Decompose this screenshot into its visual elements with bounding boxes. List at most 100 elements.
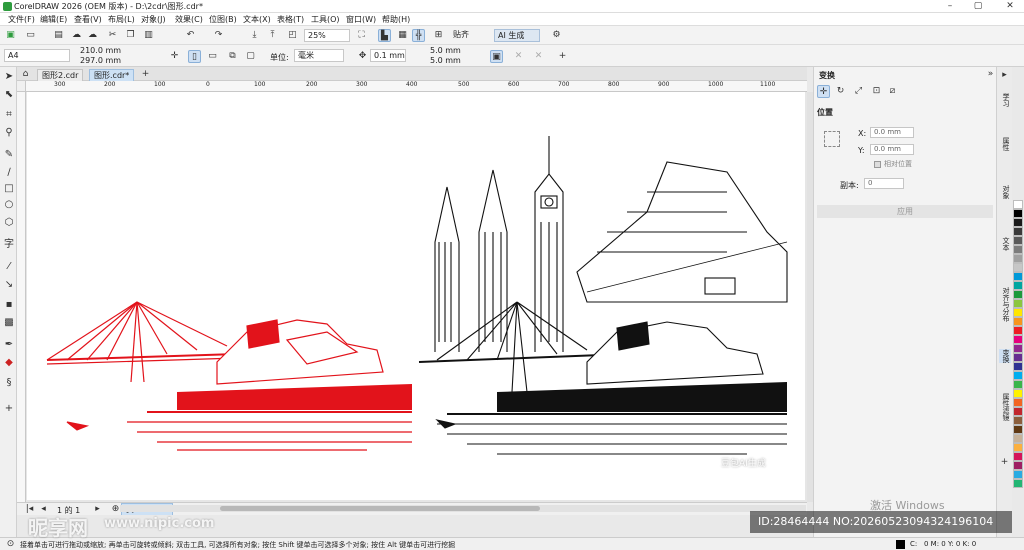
color-swatch[interactable] bbox=[1013, 371, 1023, 380]
landscape-icon[interactable]: ▭ bbox=[206, 50, 219, 63]
show-guidelines-icon[interactable]: ╬ bbox=[412, 29, 425, 42]
add-docker-icon[interactable]: + bbox=[998, 457, 1011, 467]
color-swatch[interactable] bbox=[1013, 335, 1023, 344]
color-swatch[interactable] bbox=[1013, 434, 1023, 443]
color-swatch[interactable] bbox=[1013, 452, 1023, 461]
tab-document-2[interactable]: 图形.cdr* bbox=[89, 69, 135, 81]
ai-generate-button[interactable]: AI 生成 bbox=[494, 29, 540, 42]
menu-tools[interactable]: 工具(O) bbox=[311, 14, 340, 25]
rectangle-tool-icon[interactable]: □ bbox=[3, 183, 15, 195]
x-position-field[interactable]: 0.0 mm bbox=[870, 127, 914, 138]
relative-position-checkbox[interactable] bbox=[874, 161, 881, 168]
home-icon[interactable]: ⌂ bbox=[19, 68, 32, 80]
show-rulers-icon[interactable]: ▙ bbox=[378, 29, 391, 42]
position-tab-icon[interactable]: ✛ bbox=[817, 85, 830, 98]
polygon-tool-icon[interactable]: ⬡ bbox=[3, 217, 15, 229]
color-swatch[interactable] bbox=[1013, 218, 1023, 227]
side-tab-attribute-filter[interactable]: 属性滤镜 bbox=[999, 393, 1011, 421]
artistic-media-tool-icon[interactable]: ∕ bbox=[3, 167, 15, 179]
transparency-tool-icon[interactable]: ▩ bbox=[3, 317, 15, 329]
drawing-canvas[interactable]: 豆包AI生成 bbox=[26, 92, 807, 502]
menu-view[interactable]: 查看(V) bbox=[74, 14, 102, 25]
cloud-upload-icon[interactable]: ☁ bbox=[70, 29, 83, 42]
ruler-origin[interactable] bbox=[17, 81, 26, 92]
menu-text[interactable]: 文本(X) bbox=[243, 14, 271, 25]
skew-tab-icon[interactable]: ⧄ bbox=[886, 85, 899, 98]
portrait-icon[interactable]: ▯ bbox=[188, 50, 201, 63]
city-skyline-artwork[interactable] bbox=[27, 92, 805, 500]
side-tab-properties[interactable]: 属性 bbox=[999, 137, 1011, 151]
menu-object[interactable]: 对象(J) bbox=[141, 14, 166, 25]
page-height-field[interactable]: 297.0 mm bbox=[80, 56, 121, 65]
copies-field[interactable]: 0 bbox=[864, 178, 904, 189]
add-tool-icon[interactable]: + bbox=[3, 403, 15, 415]
minimize-icon[interactable]: – bbox=[940, 1, 960, 12]
side-tab-align-distribute[interactable]: 对齐与分布 bbox=[999, 287, 1011, 322]
color-swatch[interactable] bbox=[1013, 362, 1023, 371]
drop-shadow-tool-icon[interactable]: ▪ bbox=[3, 299, 15, 311]
smart-fill-tool-icon[interactable]: § bbox=[3, 377, 15, 389]
color-swatch[interactable] bbox=[1013, 299, 1023, 308]
cloud-download-icon[interactable]: ☁ bbox=[86, 29, 99, 42]
color-swatch[interactable] bbox=[1013, 317, 1023, 326]
eyedropper-tool-icon[interactable]: ✒ bbox=[3, 339, 15, 351]
freehand-tool-icon[interactable]: ✎ bbox=[3, 149, 15, 161]
cut-icon[interactable]: ✂ bbox=[106, 29, 119, 42]
add-toolbar-icon[interactable]: + bbox=[556, 50, 569, 63]
zoom-tool-icon[interactable]: ⚲ bbox=[3, 127, 15, 139]
tab-document-1[interactable]: 图形2.cdr bbox=[37, 69, 84, 81]
size-tab-icon[interactable]: ⊡ bbox=[870, 85, 883, 98]
color-swatch[interactable] bbox=[1013, 200, 1023, 209]
side-tab-objects[interactable]: 对象 bbox=[999, 185, 1011, 199]
side-tab-transform[interactable]: 变换 bbox=[999, 349, 1011, 363]
color-swatch[interactable] bbox=[1013, 281, 1023, 290]
color-swatch[interactable] bbox=[1013, 479, 1023, 488]
menu-bitmap[interactable]: 位图(B) bbox=[209, 14, 237, 25]
nudge-distance-field[interactable]: 0.1 mm bbox=[370, 49, 406, 62]
color-swatch[interactable] bbox=[1013, 416, 1023, 425]
drawing-page[interactable]: 豆包AI生成 bbox=[27, 92, 805, 500]
color-swatch[interactable] bbox=[1013, 236, 1023, 245]
menu-table[interactable]: 表格(T) bbox=[277, 14, 304, 25]
all-pages-icon[interactable]: ✛ bbox=[168, 50, 181, 63]
trim-icon[interactable]: ✕ bbox=[532, 50, 545, 63]
color-swatch[interactable] bbox=[1013, 326, 1023, 335]
menu-window[interactable]: 窗口(W) bbox=[346, 14, 376, 25]
crop-tool-icon[interactable]: ⌗ bbox=[3, 109, 15, 121]
color-swatch[interactable] bbox=[1013, 263, 1023, 272]
fill-color-swatch[interactable] bbox=[896, 540, 905, 549]
rotate-tab-icon[interactable]: ↻ bbox=[834, 85, 847, 98]
pick-tool-icon[interactable]: ➤ bbox=[3, 71, 15, 83]
options-gear-icon[interactable]: ⚙ bbox=[550, 29, 563, 42]
horizontal-scrollbar[interactable] bbox=[120, 505, 806, 512]
color-swatch[interactable] bbox=[1013, 227, 1023, 236]
snap-to-dropdown[interactable]: 贴齐 bbox=[450, 29, 486, 42]
units-select[interactable]: 毫米 bbox=[294, 49, 344, 62]
close-icon[interactable]: ✕ bbox=[1000, 1, 1020, 12]
color-swatch[interactable] bbox=[1013, 461, 1023, 470]
side-tab-text[interactable]: 文本 bbox=[999, 237, 1011, 251]
color-swatch[interactable] bbox=[1013, 425, 1023, 434]
color-swatch[interactable] bbox=[1013, 407, 1023, 416]
menu-edit[interactable]: 编辑(E) bbox=[40, 14, 67, 25]
parallel-dimension-tool-icon[interactable]: ⁄ bbox=[3, 261, 15, 273]
menu-file[interactable]: 文件(F) bbox=[8, 14, 35, 25]
full-screen-icon[interactable]: ⛶ bbox=[355, 29, 368, 42]
side-tab-learn[interactable]: 学习 bbox=[999, 93, 1011, 107]
menu-effects[interactable]: 效果(C) bbox=[175, 14, 203, 25]
duplicate-x-field[interactable]: 5.0 mm bbox=[430, 46, 461, 55]
redo-icon[interactable]: ↷ bbox=[212, 29, 225, 42]
publish-pdf-icon[interactable]: ◰ bbox=[286, 29, 299, 42]
color-swatch[interactable] bbox=[1013, 470, 1023, 479]
color-swatch[interactable] bbox=[1013, 344, 1023, 353]
import-icon[interactable]: ⤓ bbox=[248, 29, 261, 42]
duplicate-y-field[interactable]: 5.0 mm bbox=[430, 56, 461, 65]
shape-tool-icon[interactable]: ⬉ bbox=[3, 89, 15, 101]
text-tool-icon[interactable]: 字 bbox=[3, 239, 15, 251]
paste-icon[interactable]: ▥ bbox=[142, 29, 155, 42]
copy-icon[interactable]: ❐ bbox=[124, 29, 137, 42]
menu-help[interactable]: 帮助(H) bbox=[382, 14, 410, 25]
color-swatch[interactable] bbox=[1013, 254, 1023, 263]
color-swatch[interactable] bbox=[1013, 245, 1023, 254]
anchor-grid-icon[interactable] bbox=[824, 131, 840, 147]
